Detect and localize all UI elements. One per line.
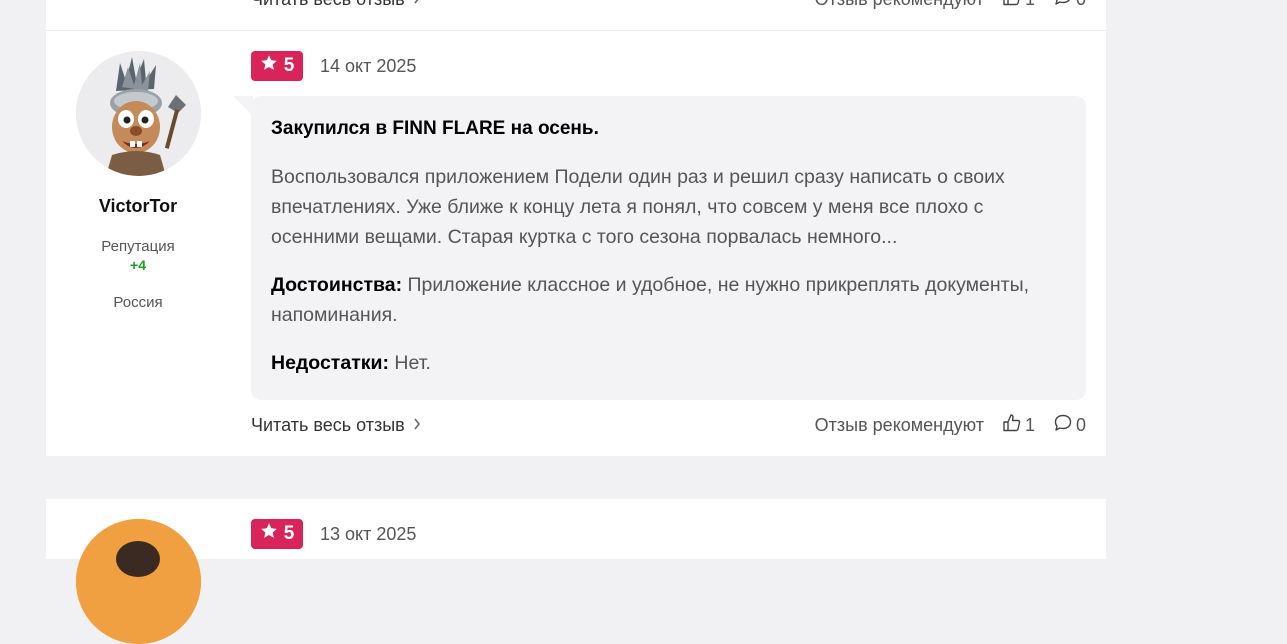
like-button[interactable]: 1 bbox=[1002, 0, 1035, 12]
pros-label: Достоинства: bbox=[271, 274, 403, 296]
rating-value: 5 bbox=[283, 55, 295, 76]
comment-button[interactable]: 0 bbox=[1053, 0, 1086, 12]
rating-badge: 5 bbox=[251, 51, 303, 81]
review-pros: Достоинства: Приложение классное и удобн… bbox=[271, 270, 1036, 330]
avatar[interactable] bbox=[76, 519, 201, 644]
like-count: 1 bbox=[1024, 414, 1035, 435]
comment-icon bbox=[1053, 0, 1073, 12]
recommend-label: Отзыв рекомендуют bbox=[814, 414, 984, 435]
review-card-next: 5 13 окт 2025 bbox=[46, 499, 1106, 644]
cons-text: Нет. bbox=[394, 352, 431, 374]
like-button[interactable]: 1 bbox=[1002, 413, 1035, 438]
author-name[interactable]: VictorTor bbox=[46, 196, 230, 217]
reputation-label: Репутация bbox=[101, 238, 175, 255]
comment-count: 0 bbox=[1075, 414, 1086, 435]
review-footer: Читать весь отзыв Отзыв рекомендуют 1 0 bbox=[251, 0, 1086, 10]
thumbs-up-icon bbox=[1002, 413, 1022, 438]
reputation-value: +4 bbox=[130, 257, 146, 273]
review-bubble[interactable]: Закупился в FINN FLARE на осень. Восполь… bbox=[251, 96, 1086, 400]
rating-value: 5 bbox=[283, 523, 295, 544]
rating-badge: 5 bbox=[251, 519, 303, 549]
avatar[interactable] bbox=[76, 51, 201, 176]
star-icon bbox=[260, 54, 278, 78]
bubble-tail bbox=[233, 96, 253, 116]
read-full-review-link[interactable]: Читать весь отзыв bbox=[251, 0, 421, 10]
read-more-label: Читать весь отзыв bbox=[251, 414, 405, 435]
star-icon bbox=[260, 522, 278, 546]
review-stats: Отзыв рекомендуют 1 0 bbox=[815, 413, 1086, 438]
review-title: Закупился в FINN FLARE на осень. bbox=[271, 118, 599, 139]
chevron-right-icon bbox=[413, 0, 421, 7]
comment-count: 0 bbox=[1076, 0, 1086, 10]
chevron-right-icon bbox=[413, 417, 421, 433]
comment-button[interactable]: 0 bbox=[1053, 413, 1086, 438]
review-date: 14 окт 2025 bbox=[320, 56, 417, 76]
review-cons: Недостатки: Нет. bbox=[271, 348, 1036, 378]
read-more-label: Читать весь отзыв bbox=[251, 0, 405, 10]
review-footer: Читать весь отзыв Отзыв рекомендуют 1 0 bbox=[251, 413, 1086, 438]
like-count: 1 bbox=[1025, 0, 1035, 10]
review-card: VictorTor Репутация +4 Россия 5 14 окт 2… bbox=[46, 31, 1106, 456]
cons-label: Недостатки: bbox=[271, 352, 389, 374]
review-date: 13 окт 2025 bbox=[320, 524, 417, 544]
review-card-previous: Читать весь отзыв Отзыв рекомендуют 1 0 bbox=[46, 0, 1106, 31]
recommend-label: Отзыв рекомендуют bbox=[815, 0, 984, 10]
comment-icon bbox=[1053, 413, 1073, 438]
review-text: Воспользовался приложением Подели один р… bbox=[271, 166, 1005, 248]
author-country: Россия bbox=[113, 294, 163, 311]
read-full-review-link[interactable]: Читать весь отзыв bbox=[251, 415, 421, 436]
thumbs-up-icon bbox=[1002, 0, 1022, 12]
review-stats: Отзыв рекомендуют 1 0 bbox=[815, 0, 1086, 12]
